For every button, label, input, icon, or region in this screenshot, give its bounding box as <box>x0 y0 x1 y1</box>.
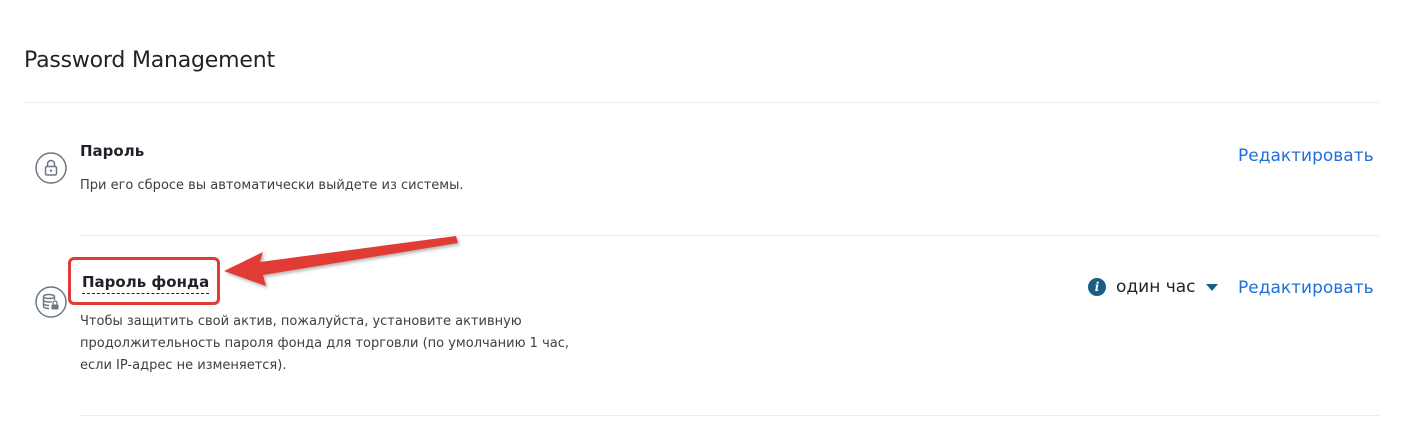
info-icon[interactable]: i <box>1088 278 1106 296</box>
divider <box>80 415 1379 416</box>
duration-select[interactable]: i один час <box>1088 277 1218 297</box>
fund-password-description: Чтобы защитить свой актив, пожалуйста, у… <box>80 314 569 373</box>
lock-icon <box>35 152 67 184</box>
password-description: При его сбросе вы автоматически выйдете … <box>80 178 464 193</box>
edit-fund-password-link[interactable]: Редактировать <box>1238 278 1374 298</box>
database-lock-icon <box>35 286 67 318</box>
caret-down-icon <box>1205 283 1218 291</box>
password-management-page: Password Management Пароль При его сброс… <box>0 0 1420 445</box>
section-title: Password Management <box>24 48 275 73</box>
annotation-arrow <box>220 228 465 298</box>
annotation-highlight-box <box>68 257 220 305</box>
divider <box>24 102 1379 103</box>
duration-value: один час <box>1116 277 1196 297</box>
edit-password-link[interactable]: Редактировать <box>1238 146 1374 166</box>
password-title: Пароль <box>80 142 145 160</box>
